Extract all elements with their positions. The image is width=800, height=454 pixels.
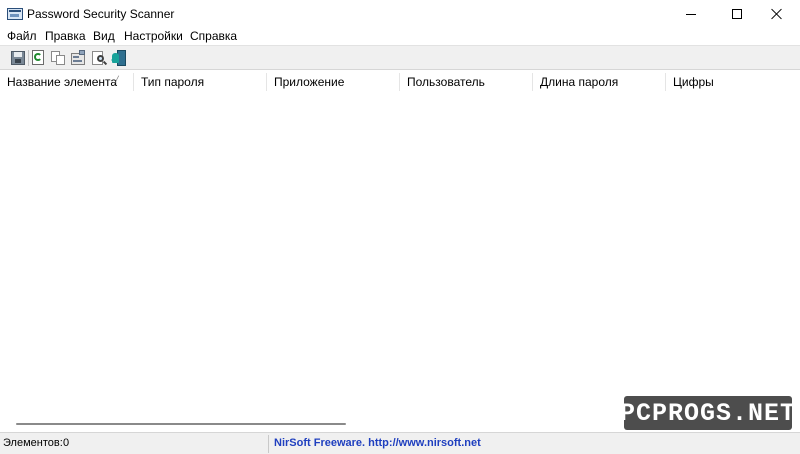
nirsoft-link[interactable]: NirSoft Freeware. http://www.nirsoft.net xyxy=(274,437,481,449)
app-window-icon xyxy=(7,8,23,20)
menu-view[interactable]: Вид xyxy=(92,29,116,43)
column-label: Пользователь xyxy=(407,75,485,89)
sort-indicator-icon: ╱ xyxy=(114,76,119,85)
item-count-label: Элементов: xyxy=(3,437,63,449)
exit-icon[interactable] xyxy=(111,50,127,66)
column-header-digits[interactable]: Цифры xyxy=(666,71,800,93)
item-count-value: 0 xyxy=(63,437,70,449)
column-header-application[interactable]: Приложение xyxy=(267,71,399,93)
items-list[interactable]: Название элемента ╱ Тип пароля Приложени… xyxy=(0,71,800,432)
minimize-button[interactable] xyxy=(668,0,714,28)
title-bar: Password Security Scanner xyxy=(0,0,800,28)
find-icon[interactable] xyxy=(91,50,108,66)
refresh-icon[interactable] xyxy=(30,50,46,66)
menu-file[interactable]: Файл xyxy=(6,29,38,43)
watermark-text: PCPROGS.NET xyxy=(619,398,797,428)
toolbar-separator xyxy=(28,50,29,66)
scrollbar-thumb[interactable] xyxy=(16,423,346,425)
minimize-icon xyxy=(686,13,696,15)
close-icon xyxy=(771,8,783,20)
menu-bar: Файл Правка Вид Настройки Справка xyxy=(0,28,800,45)
properties-icon[interactable] xyxy=(70,50,86,66)
menu-help[interactable]: Справка xyxy=(189,29,238,43)
app-window: Password Security Scanner Файл Правка Ви… xyxy=(0,0,800,454)
column-header-user[interactable]: Пользователь xyxy=(400,71,532,93)
column-label: Тип пароля xyxy=(141,75,205,89)
column-label: Длина пароля xyxy=(540,75,619,89)
close-button[interactable] xyxy=(754,0,800,28)
copy-icon[interactable] xyxy=(50,50,66,66)
status-bar: Элементов: 0 NirSoft Freeware. http://ww… xyxy=(0,432,800,454)
save-icon[interactable] xyxy=(10,50,26,66)
toolbar xyxy=(0,45,800,70)
status-separator xyxy=(268,435,269,453)
column-label: Цифры xyxy=(673,75,714,89)
menu-edit[interactable]: Правка xyxy=(44,29,87,43)
maximize-icon xyxy=(732,9,742,19)
window-title: Password Security Scanner xyxy=(27,7,175,21)
menu-settings[interactable]: Настройки xyxy=(123,29,184,43)
list-header: Название элемента ╱ Тип пароля Приложени… xyxy=(0,71,800,93)
column-header-password-type[interactable]: Тип пароля xyxy=(134,71,266,93)
column-header-password-length[interactable]: Длина пароля xyxy=(533,71,665,93)
column-label: Название элемента xyxy=(7,75,118,89)
watermark-badge: PCPROGS.NET xyxy=(620,396,795,430)
column-label: Приложение xyxy=(274,75,345,89)
